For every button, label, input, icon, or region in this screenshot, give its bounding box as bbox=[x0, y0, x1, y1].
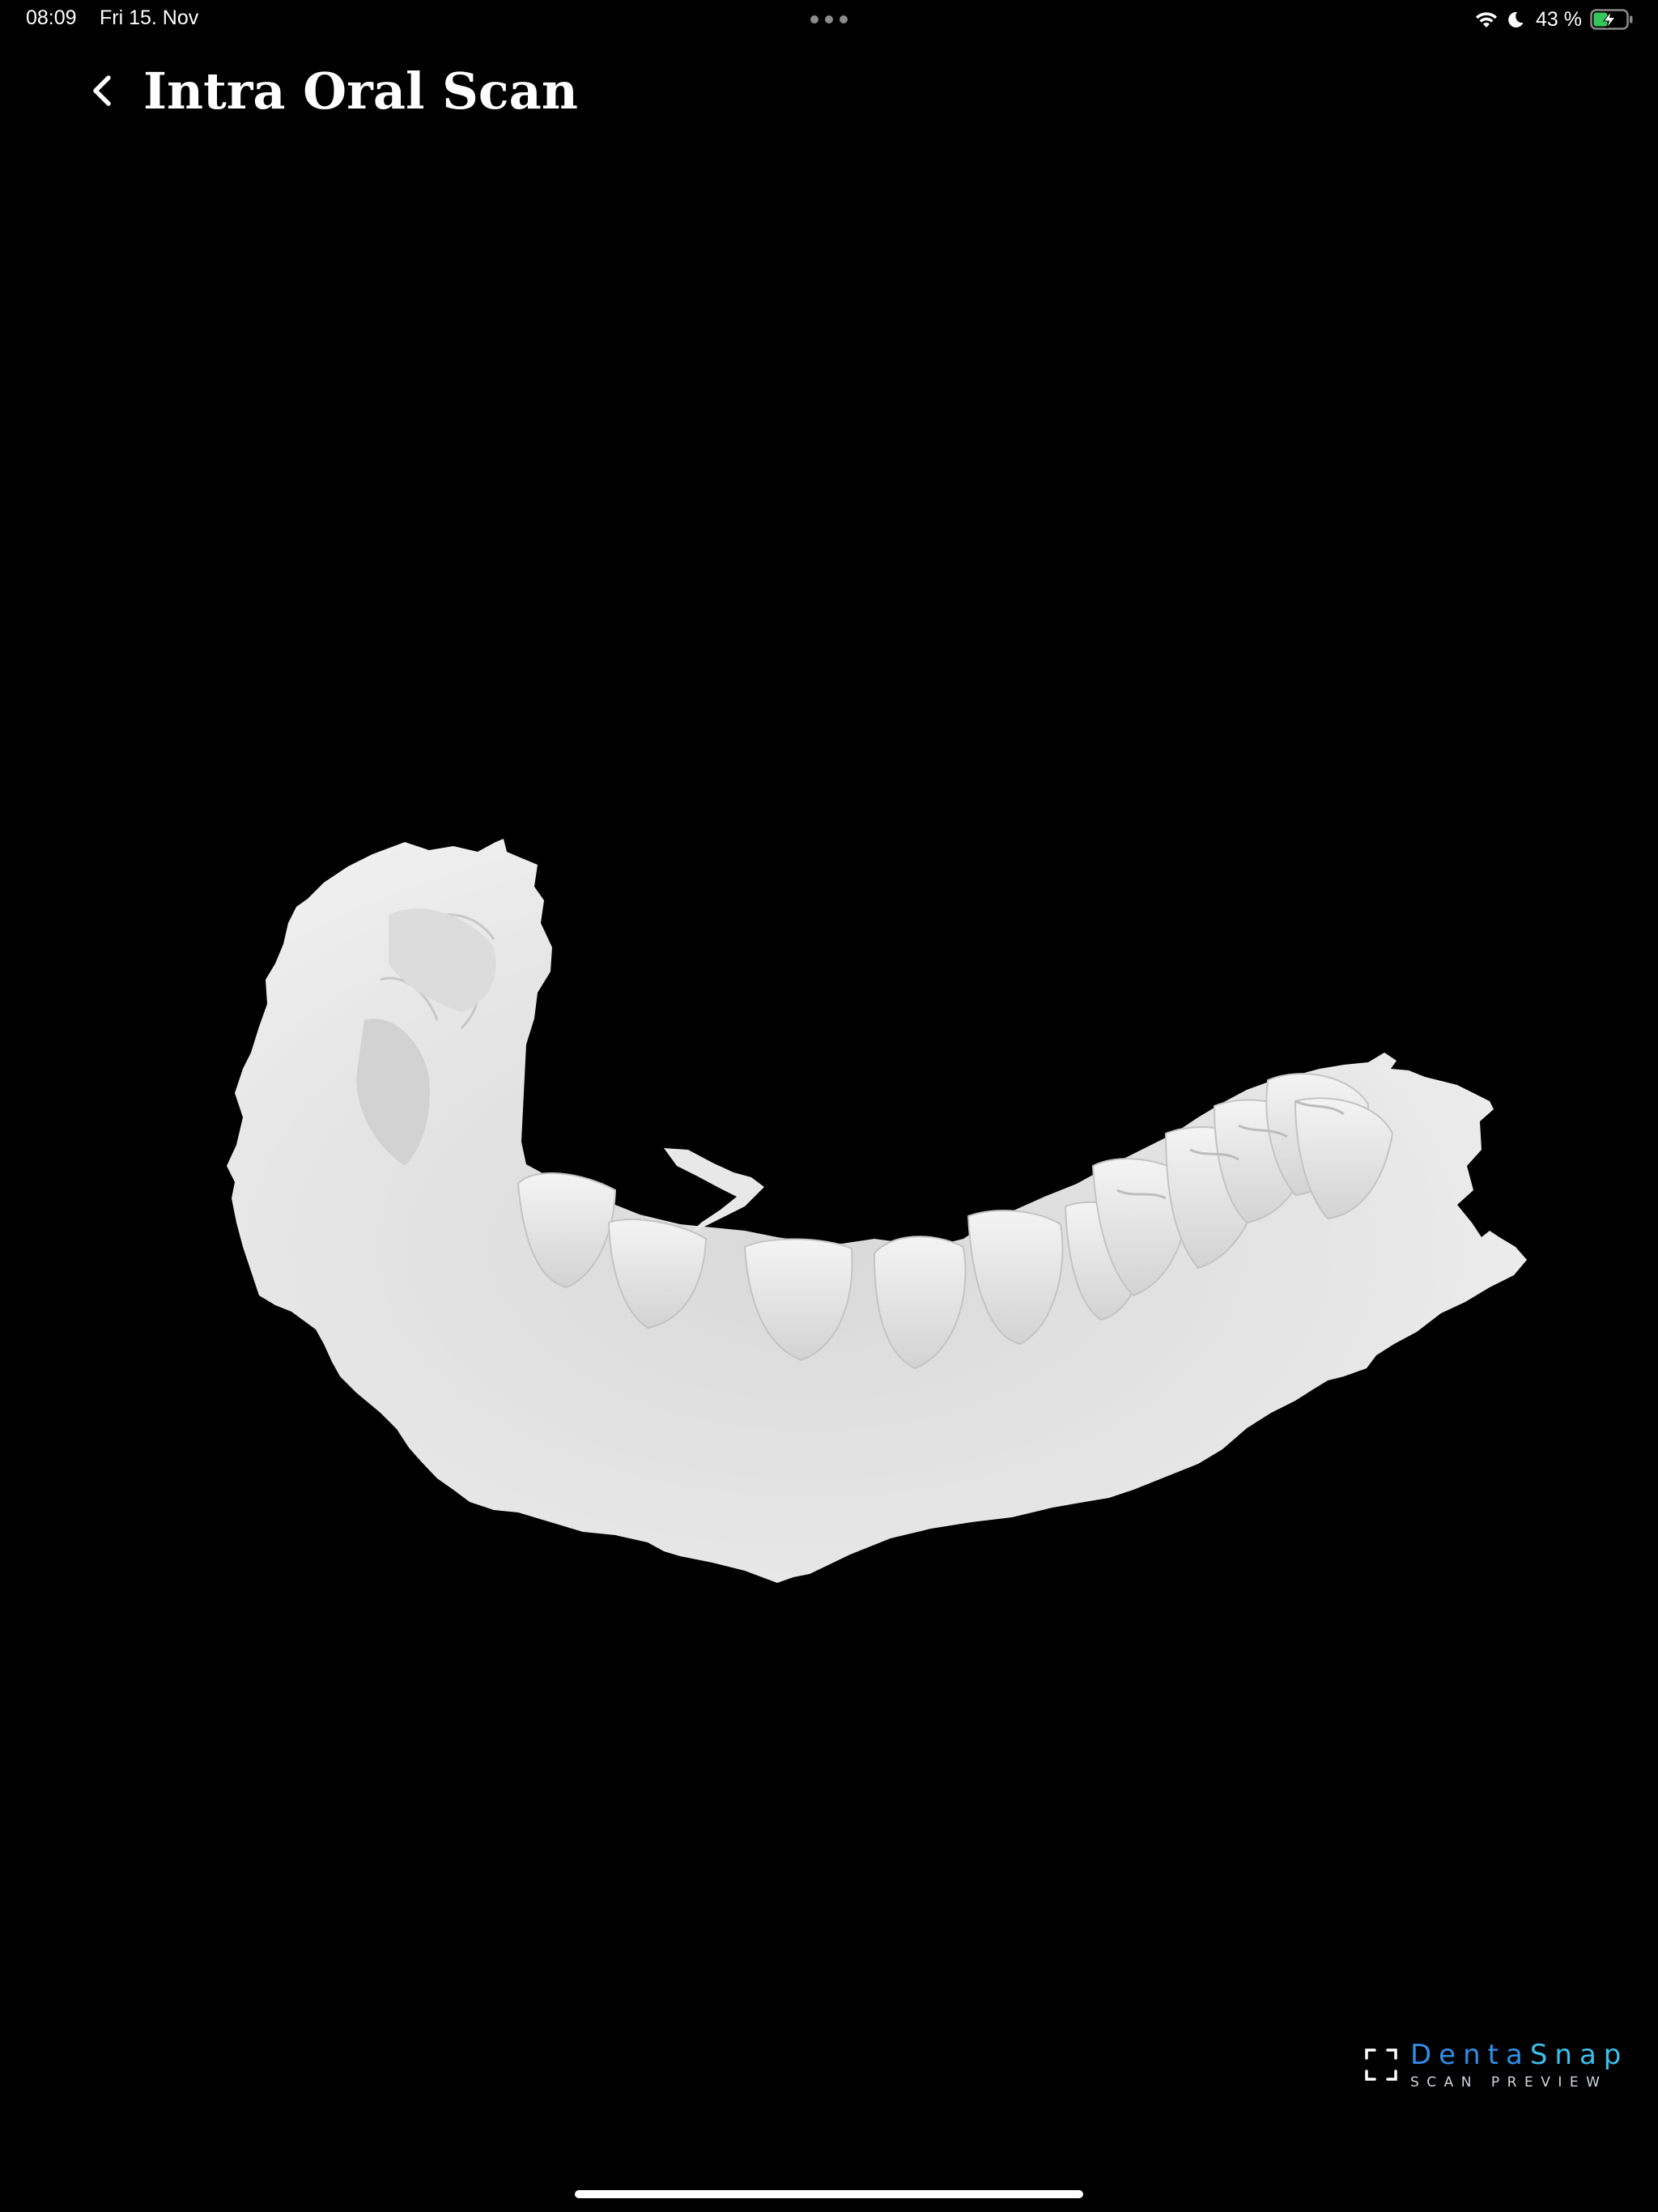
wifi-icon bbox=[1476, 12, 1498, 28]
battery-percentage: 43 % bbox=[1536, 7, 1582, 31]
page-title: Intra Oral Scan bbox=[143, 62, 578, 121]
scan-3d-viewport[interactable] bbox=[0, 146, 1658, 2154]
watermark-brand: DentaSnap bbox=[1410, 2039, 1629, 2071]
watermark-subtitle: SCAN PREVIEW bbox=[1410, 2074, 1608, 2091]
battery-charging-icon bbox=[1590, 9, 1633, 30]
navigation-header: Intra Oral Scan bbox=[0, 49, 1658, 130]
moon-icon bbox=[1508, 11, 1524, 28]
chevron-left-icon bbox=[93, 75, 111, 106]
status-bar: 08:09 Fri 15. Nov 43 % bbox=[0, 0, 1658, 39]
status-time: 08:09 bbox=[26, 6, 77, 29]
multitasking-menu-icon[interactable] bbox=[810, 15, 848, 24]
back-button[interactable] bbox=[81, 66, 126, 115]
home-indicator[interactable] bbox=[575, 2190, 1083, 2198]
jaw-scan-model[interactable] bbox=[0, 146, 1658, 2154]
status-date: Fri 15. Nov bbox=[100, 6, 199, 29]
scan-frame-icon bbox=[1365, 2048, 1397, 2081]
status-indicators: 43 % bbox=[1474, 5, 1634, 34]
dentasnap-watermark: DentaSnap SCAN PREVIEW bbox=[1363, 2039, 1622, 2095]
